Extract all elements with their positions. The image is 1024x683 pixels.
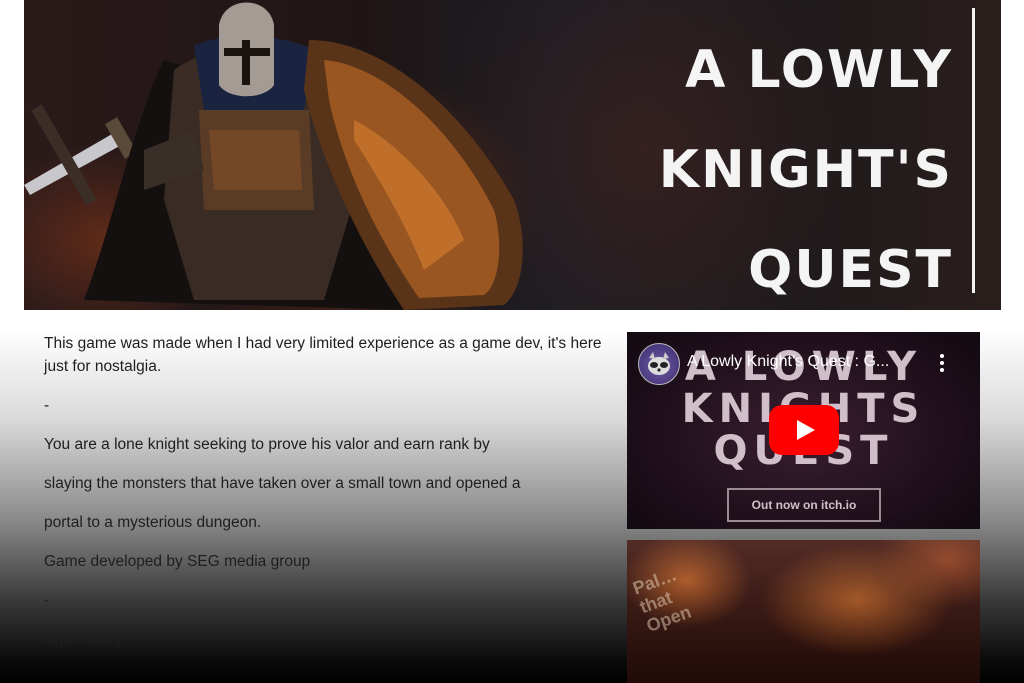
developer-credit: Game developed by SEG media group — [44, 553, 311, 570]
description-separator: - — [44, 397, 50, 414]
description-line: portal to a mysterious dungeon. — [44, 514, 262, 531]
description-intro: This game was made when I had very limit… — [44, 335, 602, 375]
header-banner: A LOWLY KNIGHT'S QUEST — [24, 0, 1001, 310]
game-title: A LOWLY KNIGHT'S QUEST — [658, 40, 953, 300]
description-line: slaying the monsters that have taken ove… — [44, 475, 521, 492]
description-line: You are a lone knight seeking to prove h… — [44, 436, 490, 453]
channel-avatar[interactable] — [638, 343, 680, 385]
banner-divider — [972, 8, 975, 293]
video-thumbnail-2[interactable]: Pal… that Open — [627, 540, 980, 683]
youtube-play-icon[interactable] — [769, 405, 839, 455]
description-separator: - — [44, 592, 50, 609]
thumbnail-text: Pal… that Open — [630, 564, 694, 637]
kebab-menu-icon[interactable] — [932, 352, 952, 374]
youtube-embed[interactable]: A LOWLY KNIGHTS QUEST Out now on itch.io… — [627, 332, 980, 529]
raccoon-icon — [648, 352, 670, 375]
knight-illustration — [24, 2, 523, 310]
age-rating-label: Age Rating — [44, 631, 121, 648]
video-thumbnail-cta: Out now on itch.io — [727, 488, 881, 522]
game-description: This game was made when I had very limit… — [44, 332, 614, 668]
video-title-link[interactable]: A Lowly Knight's Quest : G... — [687, 353, 917, 371]
